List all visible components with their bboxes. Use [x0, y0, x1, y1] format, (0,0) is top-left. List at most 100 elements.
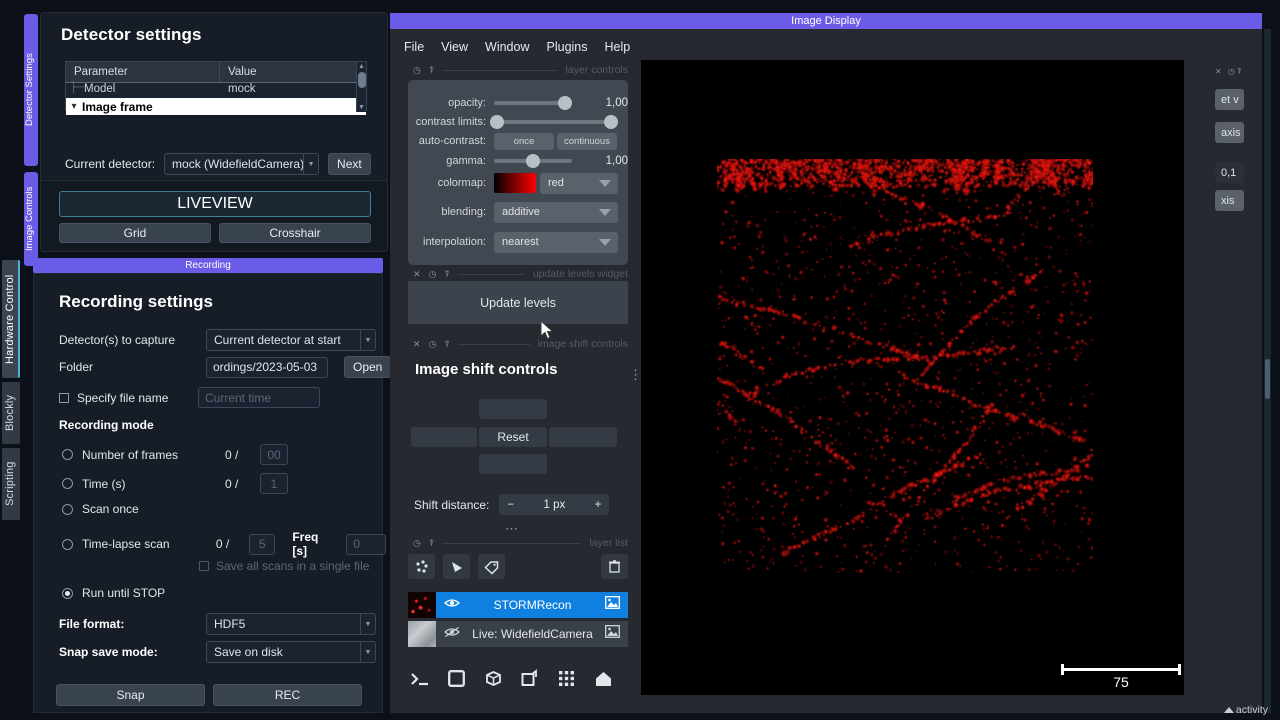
mode-radio[interactable] — [62, 503, 73, 515]
table-row-selected[interactable]: ▾ Image frame — [66, 98, 366, 115]
mode-run-until-stop-row[interactable]: Run until STOP — [62, 586, 165, 600]
mode-radio[interactable] — [62, 538, 73, 550]
layer-row-body[interactable]: STORMRecon — [436, 592, 628, 618]
window-scrollbar[interactable] — [1264, 29, 1271, 713]
mode-radio[interactable] — [62, 449, 73, 460]
eye-off-icon[interactable] — [444, 625, 460, 643]
right-chip-1[interactable]: axis — [1215, 122, 1244, 143]
list-item[interactable]: Live: WidefieldCamera — [408, 621, 628, 647]
frames-input[interactable]: 00 — [260, 444, 288, 465]
parameter-table-scrollbar[interactable]: ▲ ▼ — [356, 62, 366, 112]
eye-icon[interactable] — [444, 596, 460, 614]
shift-down-button[interactable] — [479, 454, 547, 474]
float-icon[interactable]: ◷ — [413, 538, 421, 549]
time-input[interactable]: 1 — [260, 473, 288, 494]
right-chip-0[interactable]: et v — [1215, 89, 1244, 110]
next-detector-button[interactable]: Next — [328, 153, 371, 175]
scrollbar-thumb[interactable] — [1265, 359, 1270, 399]
shift-left-button[interactable] — [411, 427, 477, 447]
parameter-table[interactable]: Parameter Value Model mock ▾ Image frame… — [65, 61, 367, 115]
timelapse-input[interactable]: 5 — [249, 533, 276, 555]
liveview-button[interactable]: LIVEVIEW — [59, 191, 371, 217]
popout-icon[interactable]: ⍒ — [429, 538, 434, 549]
mode-time-lapse-row[interactable]: Time-lapse scan 0 / 5 Freq [s] 0 — [62, 530, 387, 558]
gamma-slider[interactable] — [494, 154, 572, 168]
open-folder-button[interactable]: Open — [344, 356, 392, 378]
shapes-icon[interactable] — [443, 554, 470, 579]
menu-view[interactable]: View — [441, 40, 468, 54]
grid-view-icon[interactable] — [555, 666, 579, 691]
scrollbar-thumb[interactable] — [358, 72, 366, 88]
contrast-limits-slider[interactable] — [490, 115, 618, 129]
dock-header-icons[interactable]: ✕ ◷⍒ — [1215, 67, 1244, 77]
trash-icon[interactable] — [601, 554, 628, 579]
save-all-scans-row[interactable]: Save all scans in a single file — [199, 559, 369, 573]
float-icon[interactable]: ◷ — [429, 339, 437, 350]
list-item[interactable]: STORMRecon — [408, 592, 628, 618]
crosshair-button[interactable]: Crosshair — [219, 223, 371, 243]
rec-button[interactable]: REC — [213, 684, 362, 706]
recording-titlebar[interactable]: Recording — [33, 258, 383, 273]
image-canvas[interactable]: 75 — [641, 60, 1184, 695]
auto-contrast-continuous-button[interactable]: continuous — [557, 132, 617, 150]
colormap-swatch[interactable] — [494, 173, 536, 193]
blending-select[interactable]: additive — [494, 201, 618, 223]
image-display-titlebar[interactable]: Image Display — [390, 13, 1262, 29]
mode-number-of-frames-row[interactable]: Number of frames 0 / 00 — [62, 444, 288, 465]
close-icon[interactable]: ✕ — [413, 339, 421, 350]
mode-scan-once-row[interactable]: Scan once — [62, 502, 139, 516]
roll-dims-icon[interactable] — [518, 666, 542, 691]
slider-knob[interactable] — [526, 154, 540, 168]
menu-help[interactable]: Help — [605, 40, 631, 54]
save-all-scans-checkbox[interactable] — [199, 561, 209, 571]
detectors-to-capture-select[interactable]: Current detector at start ▼ — [206, 329, 376, 351]
update-levels-button[interactable]: Update levels — [408, 281, 628, 324]
dock-tab-image-controls[interactable]: Image Controls — [24, 172, 38, 266]
shift-reset-button[interactable]: Reset — [479, 427, 547, 447]
slider-knob-high[interactable] — [604, 115, 618, 129]
rail-tab-blockly[interactable]: Blockly — [2, 382, 20, 444]
float-icon[interactable]: ◷ — [413, 65, 421, 76]
shift-right-button[interactable] — [549, 427, 617, 447]
specify-file-name-checkbox[interactable] — [59, 392, 69, 403]
activity-status[interactable]: activity — [1223, 704, 1268, 716]
menu-window[interactable]: Window — [485, 40, 529, 54]
labels-icon[interactable] — [478, 554, 505, 579]
table-row[interactable]: Model mock — [66, 82, 366, 98]
resize-handle[interactable]: ⋯ — [505, 521, 520, 537]
file-format-select[interactable]: HDF5 ▼ — [206, 613, 376, 635]
points-icon[interactable] — [408, 554, 435, 579]
right-chip-3[interactable]: xis — [1215, 190, 1244, 211]
console-icon[interactable] — [408, 666, 432, 691]
mode-time-row[interactable]: Time (s) 0 / 1 — [62, 473, 288, 494]
close-icon[interactable]: ✕ — [413, 269, 421, 280]
rail-tab-hardware-control[interactable]: Hardware Control — [2, 260, 20, 378]
shift-up-button[interactable] — [479, 399, 547, 419]
menu-file[interactable]: File — [404, 40, 424, 54]
slider-knob-low[interactable] — [490, 115, 504, 129]
auto-contrast-once-button[interactable]: once — [494, 132, 554, 150]
menu-plugins[interactable]: Plugins — [547, 40, 588, 54]
grid-button[interactable]: Grid — [59, 223, 211, 243]
slider-knob[interactable] — [558, 96, 572, 110]
3d-display-icon[interactable] — [481, 666, 505, 691]
right-chip-2[interactable]: 0,1 — [1215, 162, 1244, 183]
mode-radio[interactable] — [62, 587, 73, 599]
snap-save-mode-select[interactable]: Save on disk ▼ — [206, 641, 376, 663]
file-name-input[interactable]: Current time — [198, 387, 320, 408]
popout-icon[interactable]: ⍒ — [444, 269, 449, 280]
dock-tab-detector-settings[interactable]: Detector Settings — [24, 14, 38, 166]
mode-radio[interactable] — [62, 478, 73, 489]
home-icon[interactable] — [591, 666, 615, 691]
freq-input[interactable]: 0 — [346, 533, 387, 555]
folder-input[interactable]: ordings/2023-05-03 — [206, 356, 328, 378]
popout-icon[interactable]: ⍒ — [444, 339, 449, 350]
interpolation-select[interactable]: nearest — [494, 231, 618, 253]
opacity-slider[interactable] — [494, 96, 572, 110]
popout-icon[interactable]: ⍒ — [429, 65, 434, 76]
snap-button[interactable]: Snap — [56, 684, 205, 706]
current-detector-select[interactable]: mock (WidefieldCamera) ▼ — [164, 153, 320, 175]
colormap-select[interactable]: red — [540, 172, 618, 194]
float-icon[interactable]: ◷ — [429, 269, 437, 280]
shift-distance-stepper[interactable]: − 1 px + — [499, 494, 610, 515]
